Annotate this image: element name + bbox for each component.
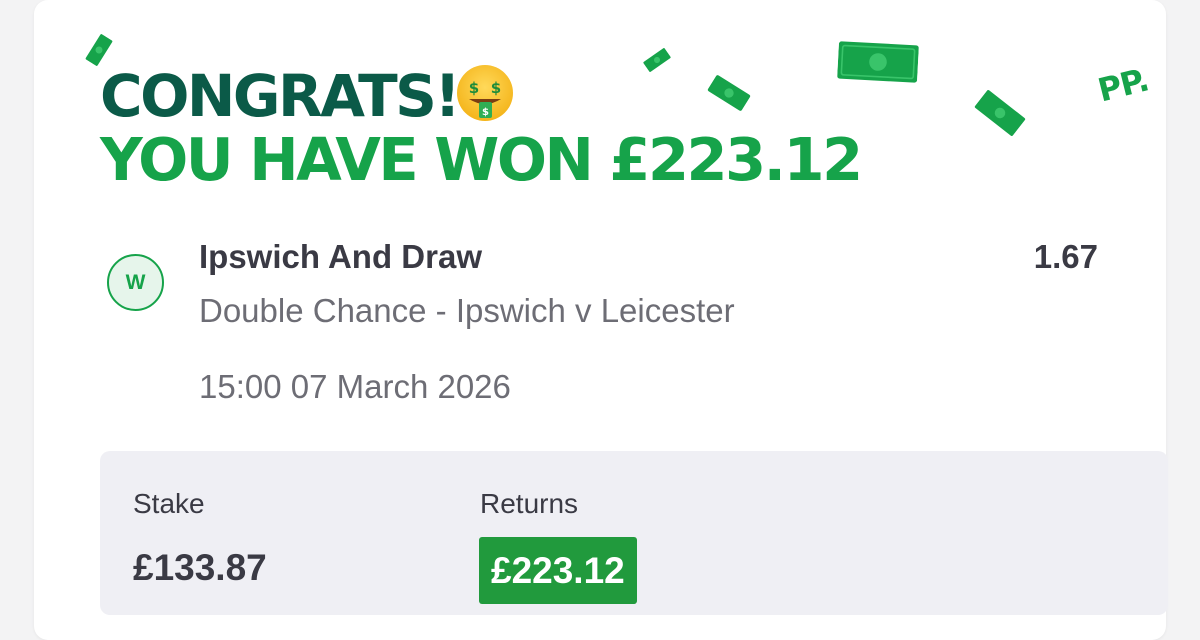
banknote-icon <box>643 48 671 72</box>
win-amount-heading: YOU HAVE WON £223.12 <box>100 125 863 194</box>
stake-label: Stake <box>133 488 205 519</box>
money-mouth-face-icon: $ $ $ <box>457 65 513 121</box>
returns-label: Returns <box>480 488 579 519</box>
market-description: Double Chance - Ipswich v Leicester <box>199 292 735 329</box>
banknote-icon <box>837 41 919 83</box>
win-status-badge: W <box>107 254 164 311</box>
bet-receipt-card: CONGRATS! $ $ $ YOU HAVE WON £223.12 PP.… <box>34 0 1168 640</box>
congrats-heading: CONGRATS! <box>100 62 461 130</box>
svg-text:$: $ <box>482 107 489 118</box>
bet-summary-panel: Stake Returns £133.87 £223.12 <box>100 451 1168 615</box>
brand-logo: PP. <box>1094 60 1153 110</box>
selection-name: Ipswich And Draw <box>199 238 482 275</box>
svg-text:$: $ <box>491 79 501 97</box>
banknote-icon <box>974 90 1026 136</box>
selection-odds: 1.67 <box>1033 238 1098 275</box>
banknote-icon <box>707 75 751 111</box>
stake-value: £133.87 <box>133 547 267 588</box>
returns-value: £223.12 <box>479 537 637 604</box>
event-datetime: 15:00 07 March 2026 <box>199 368 511 405</box>
svg-text:$: $ <box>469 79 479 97</box>
